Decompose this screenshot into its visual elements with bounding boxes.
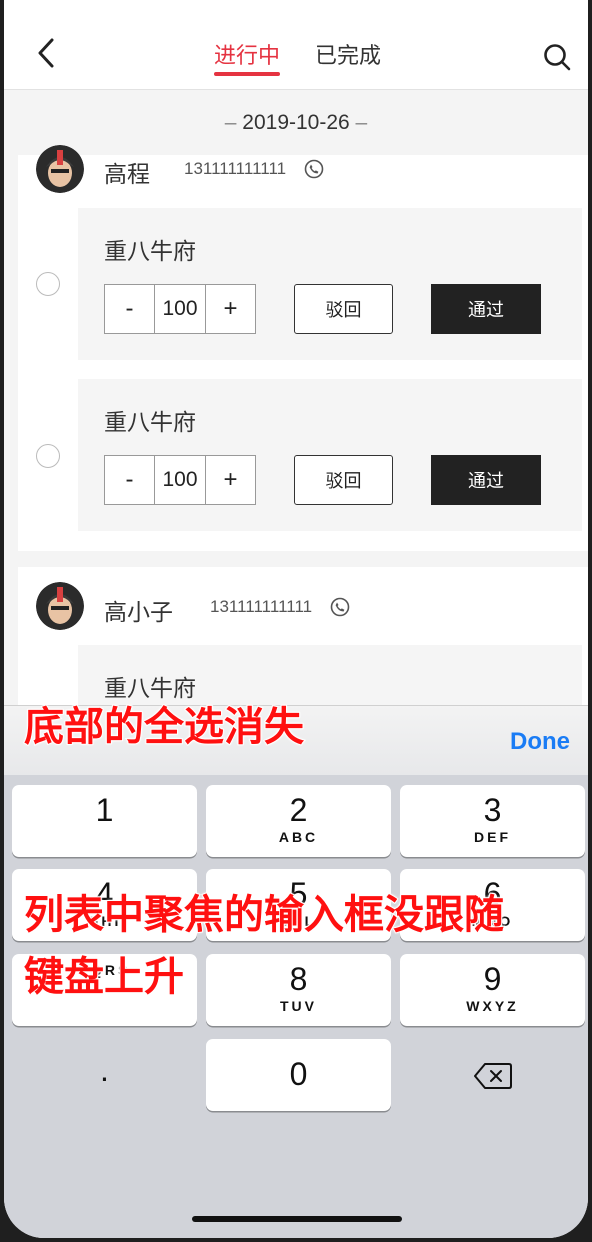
order-item: 重八牛府 - 100 + 驳回 通过	[78, 379, 582, 531]
user-name: 高小子	[104, 599, 173, 625]
search-icon	[544, 44, 571, 71]
home-indicator	[192, 1216, 402, 1222]
numeric-keyboard: 1 2 ABC 3 DEF 4 GHI 5 JKL 6 MNO PQRS 8 TUV 9 WX…	[4, 775, 588, 1238]
avatar	[36, 145, 84, 193]
chevron-left-icon	[38, 38, 54, 68]
reject-button[interactable]: 驳回	[294, 284, 393, 334]
tab-completed[interactable]: 已完成	[315, 38, 381, 70]
top-nav-bar: 进行中 已完成	[4, 0, 588, 90]
user-phone: 131111111111	[184, 159, 287, 178]
tab-in-progress[interactable]: 进行中	[214, 38, 280, 70]
key-2[interactable]: 2 ABC	[206, 785, 391, 857]
key-decimal[interactable]: .	[12, 1039, 197, 1111]
quantity-stepper: - 100 +	[104, 455, 256, 505]
item-title: 重八牛府	[104, 238, 196, 264]
app-screen: 进行中 已完成 – 2019-10-26 – 高程 131111111111 重…	[4, 0, 588, 1238]
date-label: 2019-10-26	[242, 111, 350, 134]
decrement-button[interactable]: -	[105, 285, 154, 333]
increment-button[interactable]: +	[206, 285, 255, 333]
user-phone: 131111111111	[210, 597, 313, 616]
key-1[interactable]: 1	[12, 785, 197, 857]
phone-icon[interactable]	[330, 597, 350, 617]
active-tab-indicator	[214, 72, 280, 76]
increment-button[interactable]: +	[206, 456, 255, 504]
phone-icon[interactable]	[304, 159, 324, 179]
order-card: 高程 131111111111 重八牛府 - 100 + 驳回 通过 重八牛府 …	[18, 145, 588, 551]
reject-button[interactable]: 驳回	[294, 455, 393, 505]
done-button[interactable]: Done	[510, 728, 570, 756]
approve-button[interactable]: 通过	[431, 455, 541, 505]
order-item: 重八牛府 - 100 + 驳回 通过	[78, 208, 582, 360]
approve-button[interactable]: 通过	[431, 284, 541, 334]
annotation-text: 底部的全选消失	[23, 703, 305, 751]
key-9[interactable]: 9 WXYZ	[400, 954, 585, 1026]
backspace-icon	[473, 1063, 512, 1089]
back-button[interactable]	[32, 36, 62, 70]
user-name: 高程	[104, 161, 150, 187]
date-divider: – 2019-10-26 –	[4, 91, 588, 155]
delete-key[interactable]	[400, 1039, 585, 1111]
quantity-input[interactable]: 100	[154, 456, 206, 504]
decrement-button[interactable]: -	[105, 456, 154, 504]
quantity-stepper: - 100 +	[104, 284, 256, 334]
key-0[interactable]: 0	[206, 1039, 391, 1111]
key-8[interactable]: 8 TUV	[206, 954, 391, 1026]
annotation-text: 列表中聚焦的输入框没跟随	[23, 891, 505, 939]
item-select-radio[interactable]	[36, 272, 60, 296]
item-select-radio[interactable]	[36, 444, 60, 468]
item-title: 重八牛府	[104, 409, 196, 435]
quantity-input[interactable]: 100	[154, 285, 206, 333]
avatar	[36, 582, 84, 630]
annotation-text: 键盘上升	[23, 953, 185, 1001]
key-3[interactable]: 3 DEF	[400, 785, 585, 857]
search-button[interactable]	[542, 42, 572, 72]
